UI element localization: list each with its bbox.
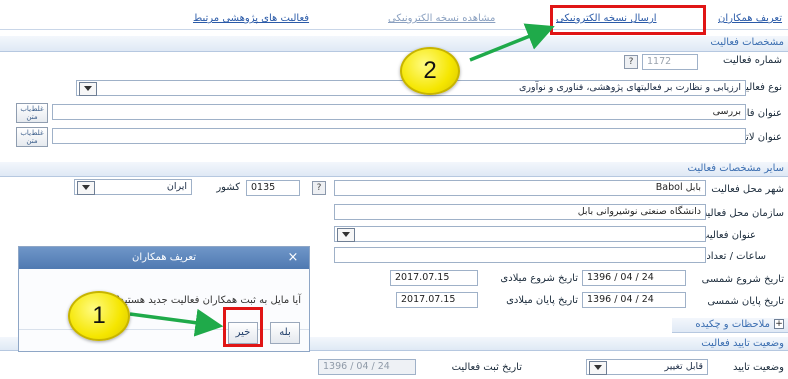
step2-arrow [469,23,555,62]
step1-bubble: 1 [68,291,130,341]
step2-bubble: 2 [400,47,460,95]
step1-arrow [129,308,224,337]
